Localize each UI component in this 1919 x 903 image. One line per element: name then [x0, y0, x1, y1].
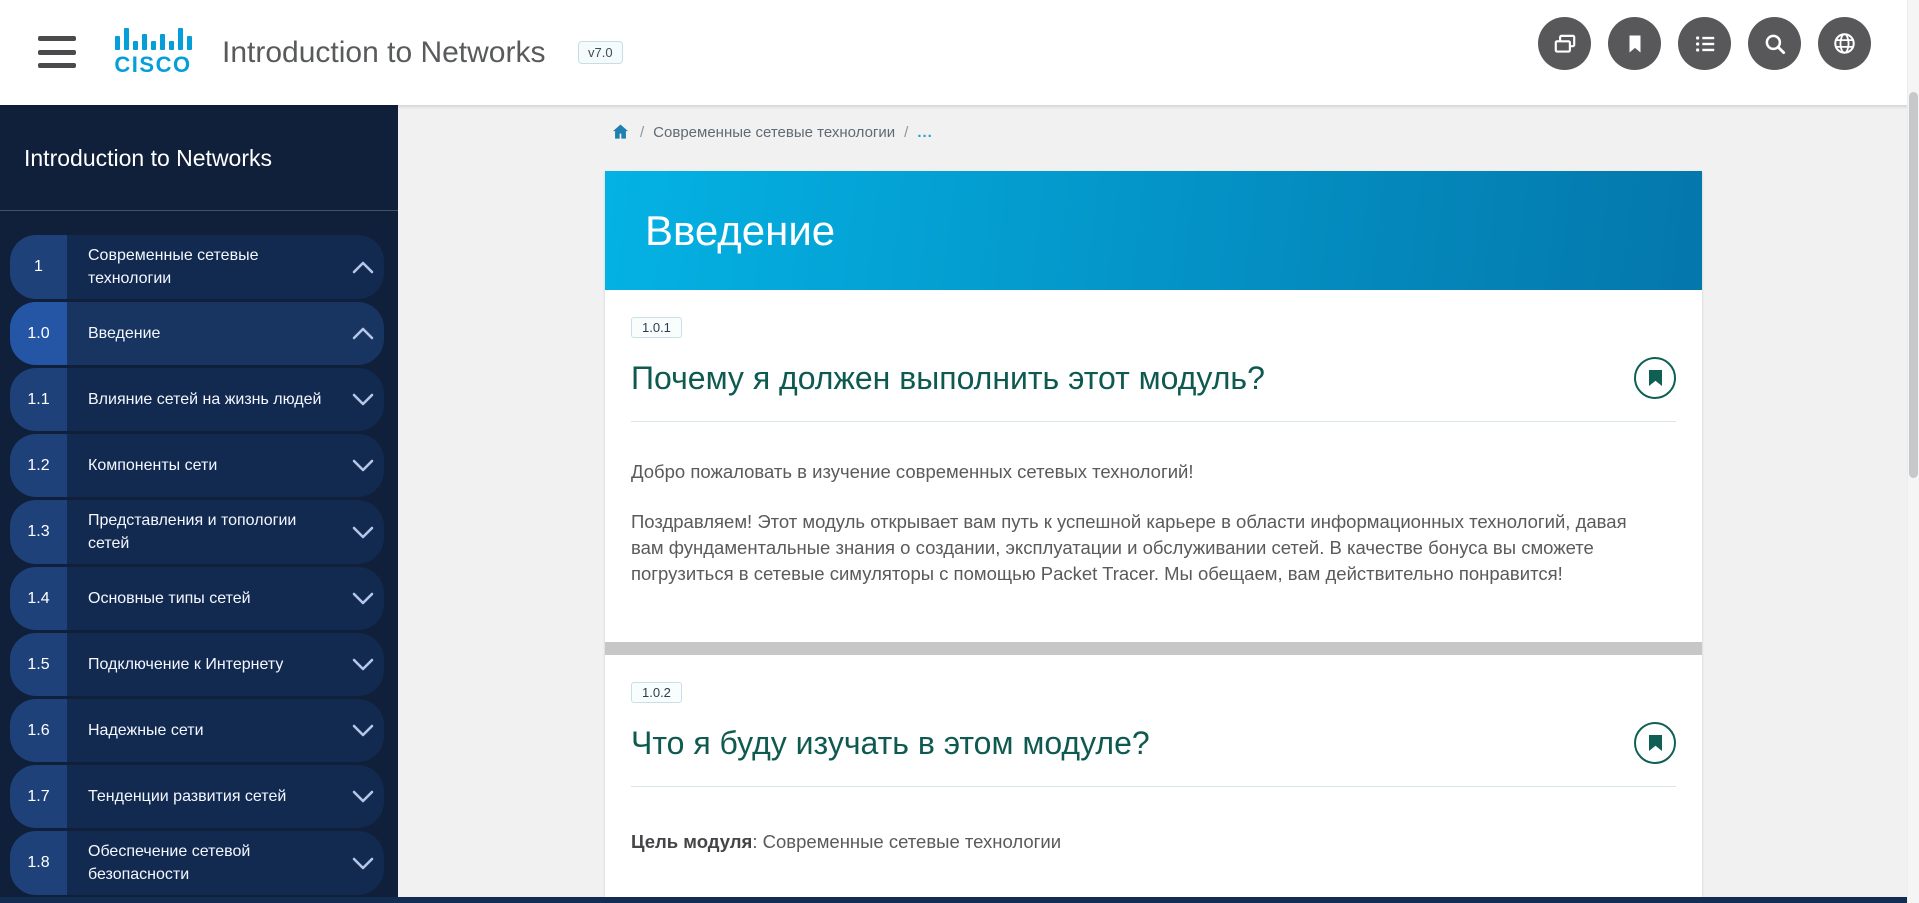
sidebar-item-1-5[interactable]: 1.5 Подключение к Интернету	[10, 633, 384, 696]
section-1-0-2: 1.0.2 Что я буду изучать в этом модуле? …	[605, 655, 1702, 855]
sidebar-item-1-6[interactable]: 1.6 Надежные сети	[10, 699, 384, 762]
page-scrollbar-thumb[interactable]	[1909, 92, 1918, 478]
item-number: 1.8	[10, 831, 67, 895]
bookmark-icon	[1648, 369, 1663, 387]
section-number-badge: 1.0.1	[631, 317, 682, 338]
goal-text: : Современные сетевые технологии	[752, 831, 1061, 852]
table-of-contents-button[interactable]	[1678, 17, 1731, 70]
bottom-footer-bar	[0, 897, 1919, 903]
breadcrumb-module-link[interactable]: Современные сетевые технологии	[653, 124, 895, 141]
chevron-down-icon	[342, 699, 384, 762]
home-icon[interactable]	[610, 122, 631, 142]
section-number-badge: 1.0.2	[631, 682, 682, 703]
sidebar-item-1-1[interactable]: 1.1 Влияние сетей на жизнь людей	[10, 368, 384, 431]
header-toolbar	[1538, 17, 1871, 70]
chevron-down-icon	[342, 434, 384, 497]
item-label: Надежные сети	[67, 699, 342, 762]
bookmarks-button[interactable]	[1608, 17, 1661, 70]
version-badge: v7.0	[578, 41, 623, 64]
chevron-down-icon	[342, 633, 384, 696]
sidebar-item-1-7[interactable]: 1.7 Тенденции развития сетей	[10, 765, 384, 828]
sidebar-item-1-0[interactable]: 1.0 Введение	[10, 302, 384, 365]
item-label: Введение	[67, 302, 342, 365]
item-label: Тенденции развития сетей	[67, 765, 342, 828]
item-number: 1.7	[10, 765, 67, 828]
section-title: Что я буду изучать в этом модуле?	[631, 725, 1150, 762]
app-header: CISCO Introduction to Networks v7.0	[0, 0, 1919, 105]
search-button[interactable]	[1748, 17, 1801, 70]
course-pages-button[interactable]	[1538, 17, 1591, 70]
sidebar-course-title: Introduction to Networks	[0, 105, 398, 210]
module-nav-list: 1 Современные сетевые технологии 1.0 Вве…	[0, 211, 398, 895]
goal-label: Цель модуля	[631, 831, 752, 852]
course-sidebar: Introduction to Networks 1 Современные с…	[0, 105, 398, 903]
course-pages-icon	[1552, 31, 1578, 57]
section-divider-bar	[605, 642, 1702, 655]
bookmark-section-button[interactable]	[1634, 357, 1676, 399]
course-header-title: Introduction to Networks	[222, 0, 545, 105]
item-label: Влияние сетей на жизнь людей	[67, 368, 342, 431]
banner-title: Введение	[645, 207, 835, 255]
module-goal-line: Цель модуля: Современные сетевые техноло…	[631, 829, 1676, 855]
section-1-0-1: 1.0.1 Почему я должен выполнить этот мод…	[605, 290, 1702, 587]
item-number: 1	[10, 235, 67, 299]
page-scrollbar-track[interactable]	[1907, 0, 1919, 903]
cisco-logo: CISCO	[110, 20, 196, 78]
chevron-down-icon	[342, 567, 384, 630]
chevron-up-icon	[342, 302, 384, 365]
chevron-up-icon	[342, 235, 384, 299]
sidebar-item-1-3[interactable]: 1.3 Представления и топологии сетей	[10, 500, 384, 564]
item-label: Современные сетевые технологии	[67, 235, 342, 299]
item-label: Основные типы сетей	[67, 567, 342, 630]
sidebar-item-1[interactable]: 1 Современные сетевые технологии	[10, 235, 384, 299]
hamburger-menu-icon[interactable]	[38, 33, 78, 71]
item-label: Обеспечение сетевой безопасности	[67, 831, 342, 895]
breadcrumb-separator: /	[640, 124, 644, 141]
breadcrumb-more-link[interactable]: ...	[917, 124, 933, 141]
title-rule	[631, 786, 1676, 787]
table-of-contents-icon	[1692, 31, 1718, 57]
item-number: 1.4	[10, 567, 67, 630]
item-number: 1.2	[10, 434, 67, 497]
module-banner: Введение	[605, 171, 1702, 290]
item-number: 1.5	[10, 633, 67, 696]
netacad-course-page: CISCO Introduction to Networks v7.0	[0, 0, 1919, 903]
bookmark-section-button[interactable]	[1634, 722, 1676, 764]
content-card: Введение 1.0.1 Почему я должен выполнить…	[605, 171, 1702, 897]
breadcrumb: / Современные сетевые технологии / ...	[610, 122, 933, 142]
breadcrumb-separator: /	[904, 124, 908, 141]
item-number: 1.3	[10, 500, 67, 564]
bookmark-icon	[1648, 734, 1663, 752]
language-button[interactable]	[1818, 17, 1871, 70]
item-number: 1.1	[10, 368, 67, 431]
cisco-wordmark: CISCO	[110, 52, 196, 78]
chevron-down-icon	[342, 368, 384, 431]
search-icon	[1762, 31, 1788, 57]
sidebar-item-1-4[interactable]: 1.4 Основные типы сетей	[10, 567, 384, 630]
language-globe-icon	[1831, 30, 1858, 57]
item-label: Подключение к Интернету	[67, 633, 342, 696]
cisco-logo-bars-icon	[110, 20, 196, 50]
bookmarks-icon	[1623, 32, 1647, 56]
title-rule	[631, 421, 1676, 422]
chevron-down-icon	[342, 765, 384, 828]
paragraph: Поздравляем! Этот модуль открывает вам п…	[631, 509, 1661, 587]
sidebar-item-1-2[interactable]: 1.2 Компоненты сети	[10, 434, 384, 497]
item-number: 1.6	[10, 699, 67, 762]
item-number: 1.0	[10, 302, 67, 365]
section-title: Почему я должен выполнить этот модуль?	[631, 360, 1265, 397]
item-label: Компоненты сети	[67, 434, 342, 497]
sidebar-item-1-8[interactable]: 1.8 Обеспечение сетевой безопасности	[10, 831, 384, 895]
item-label: Представления и топологии сетей	[67, 500, 342, 564]
paragraph: Добро пожаловать в изучение современных …	[631, 459, 1676, 485]
chevron-down-icon	[342, 500, 384, 564]
chevron-down-icon	[342, 831, 384, 895]
